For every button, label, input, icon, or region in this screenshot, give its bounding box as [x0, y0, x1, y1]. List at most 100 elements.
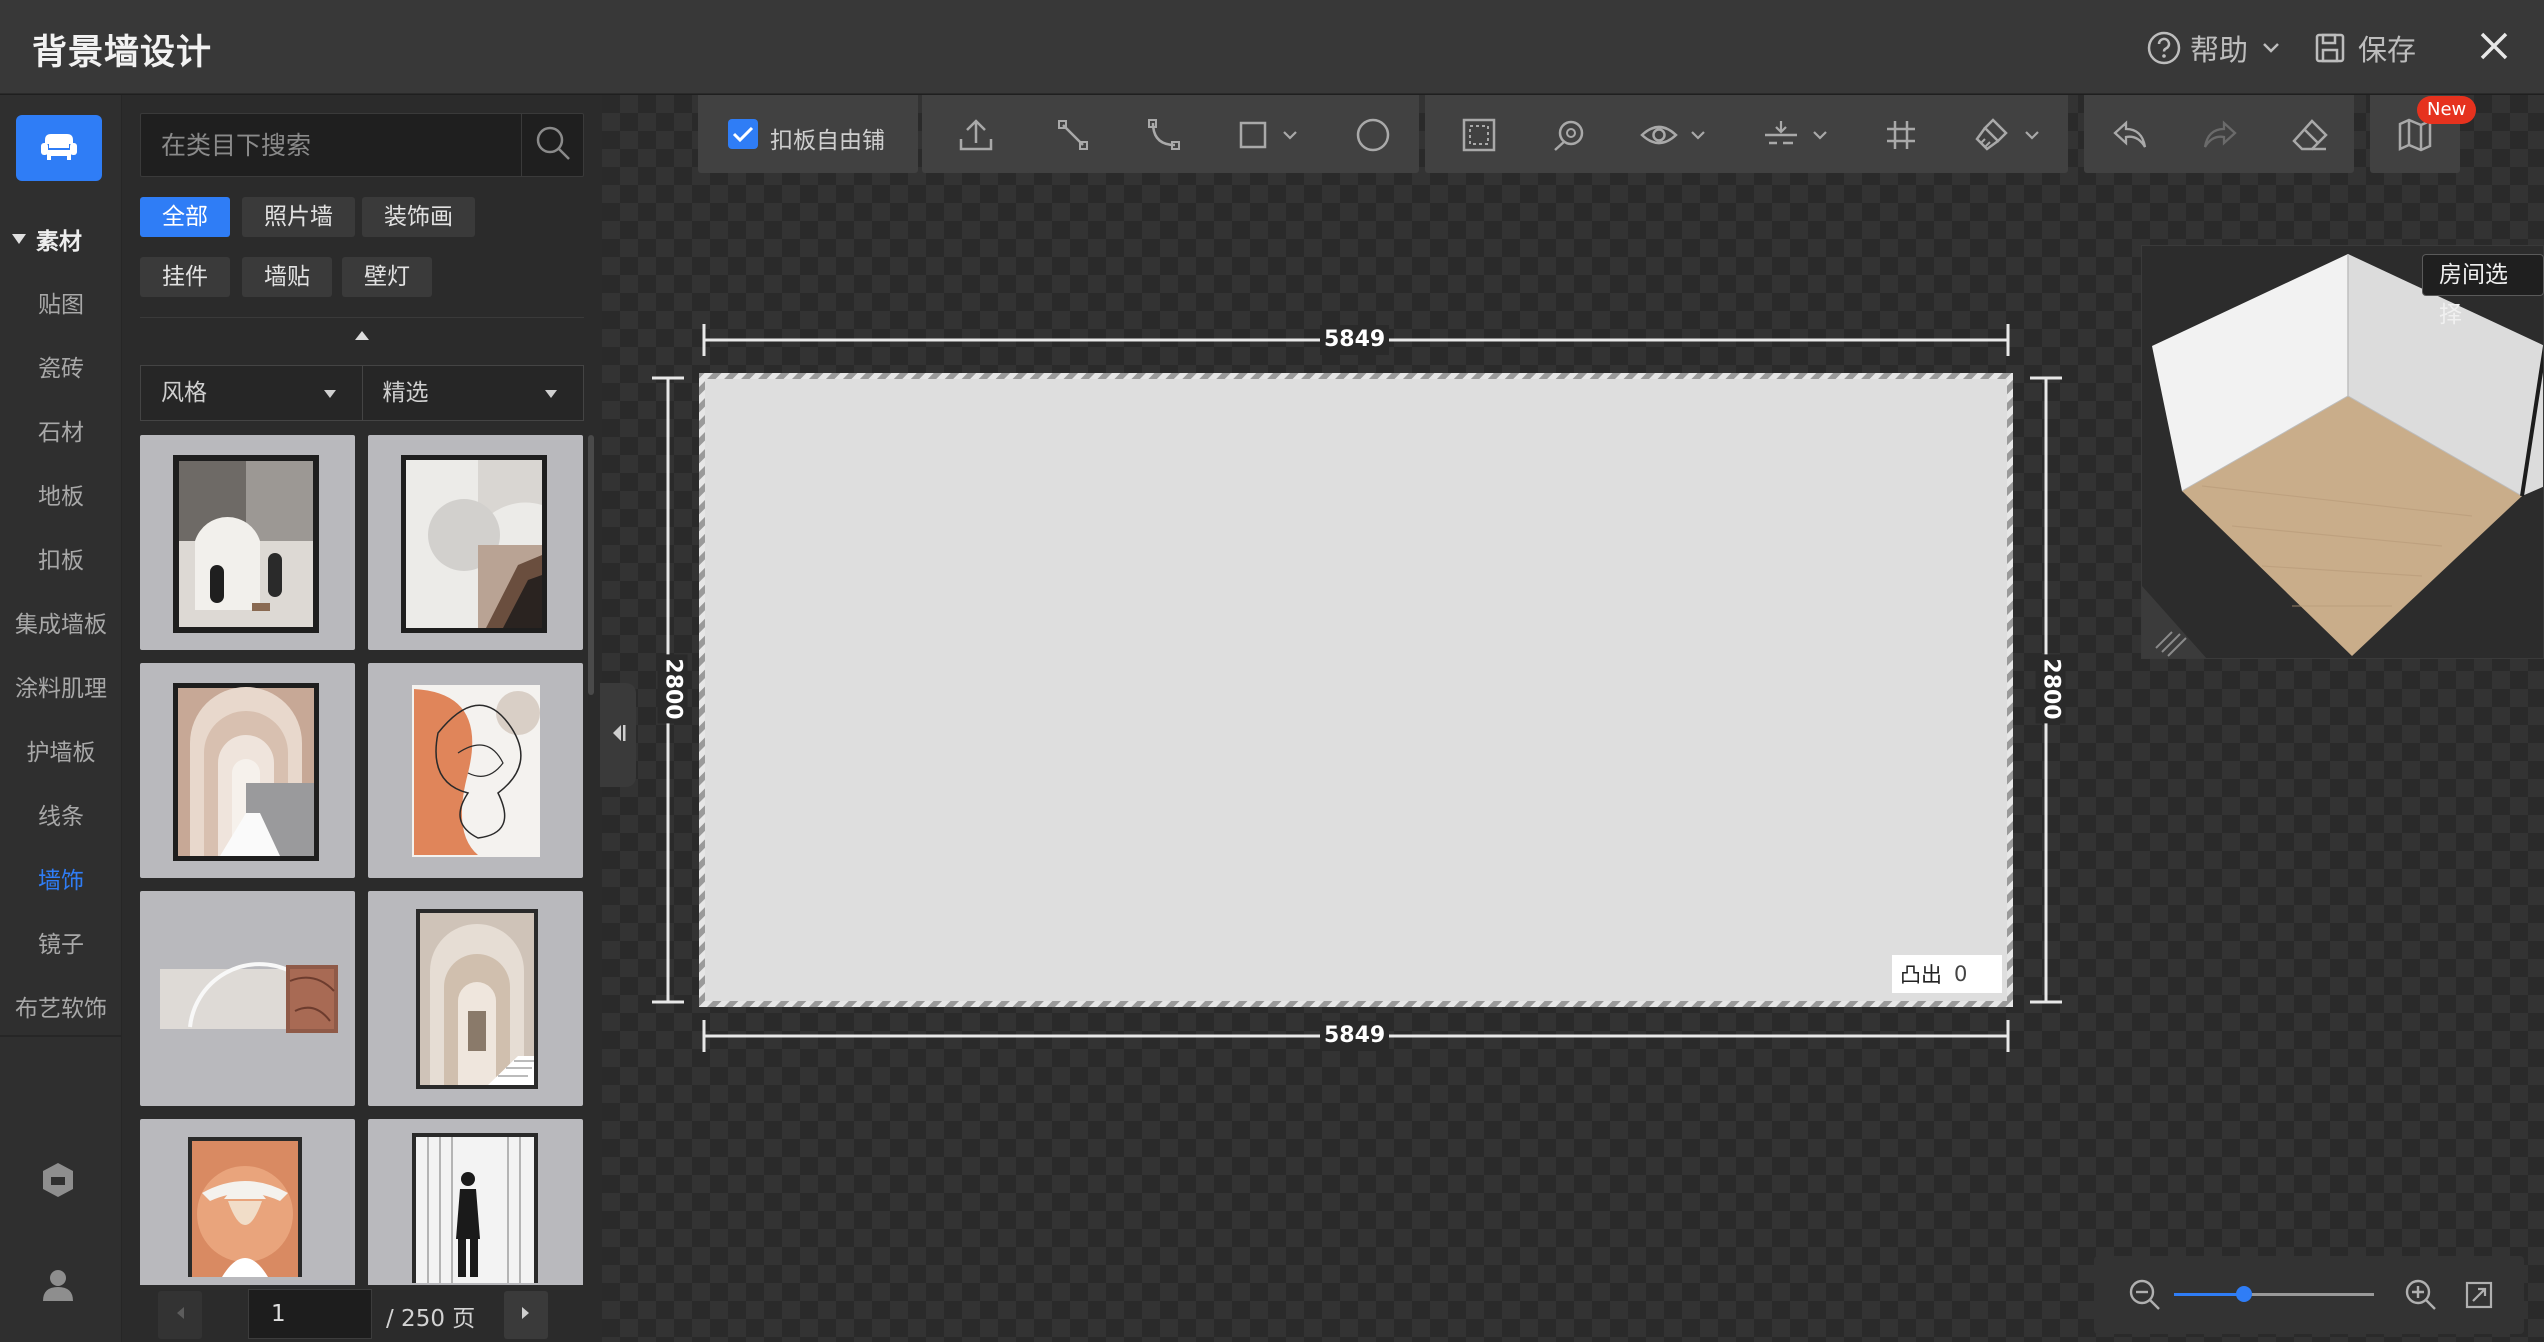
dimension-height-left[interactable]: 2800 — [657, 654, 688, 724]
free-tile-label: 扣板自由铺 — [770, 128, 885, 154]
user-button[interactable] — [40, 1267, 76, 1307]
next-page-button[interactable] — [504, 1291, 548, 1339]
save-label: 保存 — [2358, 33, 2417, 67]
material-thumbnail[interactable] — [140, 891, 355, 1106]
select-area-icon[interactable] — [1459, 115, 1499, 155]
sort-dropdown[interactable]: 精选 — [361, 366, 584, 420]
material-thumbnail[interactable] — [368, 435, 583, 650]
arc-tool-icon[interactable] — [1143, 115, 1183, 155]
material-thumbnail[interactable] — [140, 663, 355, 878]
search-input[interactable] — [141, 114, 521, 176]
close-button[interactable] — [2474, 26, 2514, 66]
circle-tool-icon[interactable] — [1353, 115, 1393, 155]
rail-item-wall-decor[interactable]: 墙饰 — [0, 861, 122, 895]
chevron-left-icon — [174, 1305, 186, 1325]
category-header-material[interactable]: 素材 — [12, 222, 82, 256]
collapse-panel-button[interactable] — [600, 683, 636, 787]
protrude-field[interactable]: 凸出 0 — [1892, 955, 2002, 993]
brush-icon[interactable] — [1971, 115, 2011, 155]
page-total: / 250 页 — [386, 1306, 476, 1332]
close-icon — [2474, 26, 2514, 66]
material-thumbnail[interactable] — [368, 663, 583, 878]
rail-item-stone[interactable]: 石材 — [0, 413, 122, 447]
new-badge: New — [2417, 96, 2477, 124]
eraser-icon[interactable] — [2290, 115, 2330, 155]
free-tile-toggle[interactable]: 扣板自由铺 — [698, 95, 918, 173]
collapse-filters-icon[interactable] — [355, 331, 369, 340]
redo-icon[interactable] — [2200, 115, 2240, 155]
help-button[interactable]: 帮助 — [2146, 28, 2280, 68]
rail-item-tile[interactable]: 瓷砖 — [0, 349, 122, 383]
help-label: 帮助 — [2190, 33, 2249, 67]
rectangle-tool-icon[interactable] — [1233, 115, 1273, 155]
protrude-value[interactable]: 0 — [1954, 962, 1967, 986]
pagination: / 250 页 — [122, 1285, 602, 1342]
wall-surface[interactable] — [702, 376, 2010, 1004]
chip-pendant[interactable]: 挂件 — [140, 257, 230, 297]
material-library-button[interactable] — [16, 115, 102, 181]
lasso-icon[interactable] — [1549, 115, 1589, 155]
rail-item-fabric[interactable]: 布艺软饰 — [0, 989, 122, 1023]
checkbox-checked-icon[interactable] — [728, 119, 758, 149]
zoom-in-icon[interactable] — [2404, 1278, 2438, 1316]
sofa-icon — [39, 130, 79, 166]
rail-item-integrated-wall[interactable]: 集成墙板 — [0, 605, 122, 639]
save-button[interactable]: 保存 — [2314, 28, 2416, 68]
room-select-button[interactable]: 房间选择 — [2422, 254, 2544, 328]
collapse-left-icon — [609, 722, 627, 748]
dimension-width-bottom[interactable]: 5849 — [1320, 1021, 1390, 1051]
material-panel: 全部 照片墙 装饰画 挂件 墙贴 壁灯 风格 精选 — [122, 95, 602, 1342]
caret-down-icon — [545, 390, 557, 398]
user-icon — [40, 1270, 76, 1307]
category-rail: 素材 贴图 瓷砖 石材 地板 扣板 集成墙板 涂料肌理 护墙板 线条 墙饰 镜子… — [0, 95, 122, 1342]
chevron-down-icon[interactable] — [1689, 115, 1707, 155]
upload-icon[interactable] — [956, 115, 996, 155]
chevron-down-icon[interactable] — [1281, 115, 1299, 155]
align-icon[interactable] — [1761, 115, 1801, 155]
chip-photo-wall[interactable]: 照片墙 — [242, 197, 355, 237]
chevron-down-icon[interactable] — [1811, 115, 1829, 155]
help-icon — [2146, 30, 2182, 66]
prev-page-button[interactable] — [158, 1291, 202, 1339]
panel-scrollbar[interactable] — [588, 435, 594, 695]
sort-dropdown-label: 精选 — [382, 380, 429, 406]
grid-icon[interactable] — [1881, 115, 1921, 155]
undo-icon[interactable] — [2110, 115, 2150, 155]
rail-divider — [0, 1035, 122, 1037]
material-grid — [140, 435, 584, 1342]
line-tool-icon[interactable] — [1053, 115, 1093, 155]
floppy-disk-icon — [2314, 32, 2346, 64]
page-number-input[interactable] — [248, 1289, 372, 1339]
room-preview[interactable] — [2141, 245, 2544, 659]
fit-to-screen-icon[interactable] — [2464, 1280, 2494, 1314]
style-dropdown[interactable]: 风格 — [141, 366, 362, 420]
material-thumbnail[interactable] — [368, 891, 583, 1106]
package-button[interactable] — [38, 1160, 78, 1204]
eye-icon[interactable] — [1639, 115, 1679, 155]
protrude-label: 凸出 — [1900, 963, 1942, 987]
rail-item-panel[interactable]: 扣板 — [0, 541, 122, 575]
zoom-slider-handle[interactable] — [2236, 1286, 2252, 1302]
search-button[interactable] — [521, 114, 583, 176]
dimension-width-top[interactable]: 5849 — [1320, 325, 1390, 355]
package-icon — [38, 1163, 78, 1204]
chip-wall-sticker[interactable]: 墙贴 — [242, 257, 332, 297]
chevron-down-icon — [2262, 42, 2280, 54]
rail-item-wainscot[interactable]: 护墙板 — [0, 733, 122, 767]
caret-down-icon — [12, 234, 26, 244]
chip-decor-painting[interactable]: 装饰画 — [362, 197, 475, 237]
rail-item-paint-texture[interactable]: 涂料肌理 — [0, 669, 122, 703]
toolbar-view-group — [1425, 95, 2068, 173]
chevron-down-icon[interactable] — [2023, 115, 2041, 155]
chip-wall-lamp[interactable]: 壁灯 — [342, 257, 432, 297]
search-icon — [534, 124, 572, 166]
rail-item-mirror[interactable]: 镜子 — [0, 925, 122, 959]
dimension-height-right[interactable]: 2800 — [2035, 654, 2066, 724]
material-thumbnail[interactable] — [140, 435, 355, 650]
panel-divider — [140, 317, 584, 318]
chip-all[interactable]: 全部 — [140, 197, 230, 237]
rail-item-moulding[interactable]: 线条 — [0, 797, 122, 831]
rail-item-floor[interactable]: 地板 — [0, 477, 122, 511]
zoom-out-icon[interactable] — [2128, 1278, 2162, 1316]
rail-item-texture[interactable]: 贴图 — [0, 285, 122, 319]
